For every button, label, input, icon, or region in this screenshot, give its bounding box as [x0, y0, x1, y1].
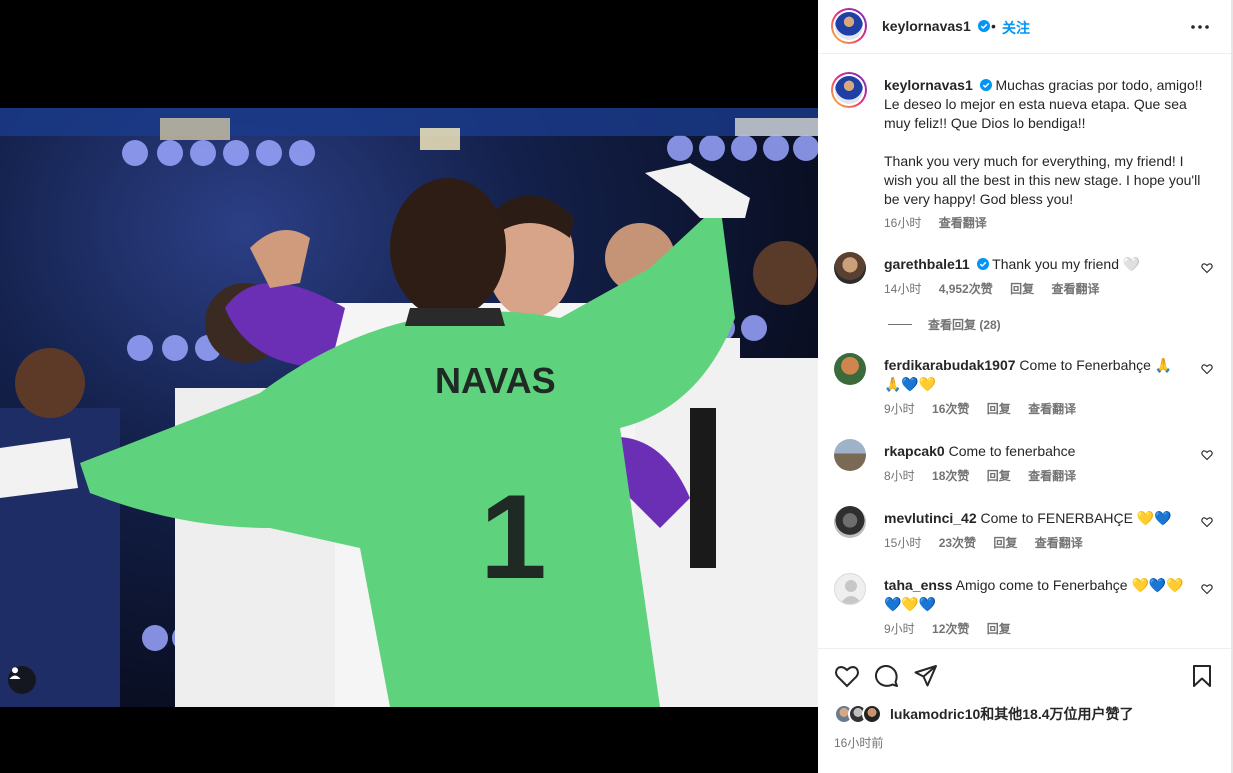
heart-icon[interactable]	[1201, 516, 1213, 528]
comment-avatar[interactable]	[834, 506, 866, 538]
comment-username[interactable]: rkapcak0	[884, 443, 945, 459]
comment-likes[interactable]: 12次赞	[932, 622, 969, 636]
caption-username[interactable]: keylornavas1	[884, 77, 973, 93]
comment-reply-link[interactable]: 回复	[987, 469, 1011, 483]
comment-text: ferdikarabudak1907 Come to Fenerbahçe 🙏🙏…	[884, 356, 1184, 394]
comment-reply-link[interactable]: 回复	[987, 622, 1011, 636]
comment-likes[interactable]: 23次赞	[939, 536, 976, 550]
author-avatar[interactable]	[831, 8, 867, 44]
comment-icon[interactable]	[873, 663, 899, 689]
comment-time: 8小时	[884, 469, 915, 483]
heart-icon[interactable]	[834, 663, 860, 689]
comment-translate-link[interactable]: 查看翻译	[1028, 402, 1076, 416]
caption-text: keylornavas1 Muchas gracias por todo, am…	[884, 76, 1204, 209]
likes-summary[interactable]: lukamodric10和其他18.4万位用户赞了	[834, 704, 1134, 724]
author-username-text[interactable]: keylornavas1	[882, 18, 971, 34]
comment-username[interactable]: ferdikarabudak1907	[884, 357, 1016, 373]
default-avatar-icon	[840, 580, 862, 604]
author-username[interactable]: keylornavas1	[882, 18, 990, 34]
comment-meta: 9小时 12次赞 回复	[884, 620, 1025, 637]
verified-icon	[977, 20, 990, 32]
liker-avatar	[862, 704, 882, 724]
comment-username[interactable]: garethbale11	[884, 256, 970, 272]
heart-icon[interactable]	[1201, 262, 1213, 274]
more-options-icon[interactable]	[1189, 16, 1211, 38]
heart-icon[interactable]	[1201, 583, 1213, 595]
comment-text: taha_enss Amigo come to Fenerbahçe 💛💙💛💙💛…	[884, 576, 1184, 614]
comment-time: 9小时	[884, 402, 915, 416]
comment-time: 14小时	[884, 282, 922, 296]
comment-meta: 8小时 18次赞 回复 查看翻译	[884, 467, 1090, 484]
caption-avatar[interactable]	[831, 72, 867, 108]
caption-time: 16小时	[884, 216, 922, 230]
likes-rest[interactable]: 和其他18.4万位用户赞了	[980, 706, 1133, 722]
post-header: keylornavas1 • 关注	[818, 0, 1231, 54]
comment-meta: 14小时 4,952次赞 回复 查看翻译	[884, 280, 1113, 297]
comment-reply-link[interactable]: 回复	[993, 536, 1017, 550]
comment-translate-link[interactable]: 查看翻译	[1028, 469, 1076, 483]
verified-icon	[976, 258, 989, 270]
photo-illustration: NAVAS 1	[0, 108, 818, 707]
heart-icon[interactable]	[1201, 363, 1213, 375]
view-replies-button[interactable]: 查看回复 (28)	[888, 316, 1001, 333]
comment-time: 15小时	[884, 536, 922, 550]
comment-reply-link[interactable]: 回复	[1010, 282, 1034, 296]
share-icon[interactable]	[913, 663, 939, 689]
comment-translate-link[interactable]: 查看翻译	[1051, 282, 1099, 296]
caption-translate-link[interactable]: 查看翻译	[939, 216, 987, 230]
comment-reply-link[interactable]: 回复	[987, 402, 1011, 416]
verified-icon	[979, 79, 992, 91]
comment-time: 9小时	[884, 622, 915, 636]
heart-icon[interactable]	[1201, 449, 1213, 461]
likes-user[interactable]: lukamodric10	[890, 706, 980, 722]
comment-text: garethbale11 Thank you my friend 🤍	[884, 255, 1184, 274]
comment-translate-link[interactable]: 查看翻译	[1035, 536, 1083, 550]
comment-avatar[interactable]	[834, 573, 866, 605]
comment-body: Thank you my friend 🤍	[992, 256, 1141, 272]
comment-username[interactable]: taha_enss	[884, 577, 952, 593]
post-side-panel: keylornavas1 • 关注 keylornavas1 Muchas gr…	[818, 0, 1231, 773]
comment-avatar[interactable]	[834, 252, 866, 284]
post-timestamp: 16小时前	[834, 736, 884, 750]
user-tag-button[interactable]	[8, 666, 36, 694]
comment-avatar[interactable]	[834, 439, 866, 471]
user-tag-icon	[9, 667, 21, 679]
jersey-number: 1	[480, 470, 547, 604]
view-replies-divider	[888, 324, 912, 325]
comment-username[interactable]: mevlutinci_42	[884, 510, 977, 526]
likes-text: lukamodric10和其他18.4万位用户赞了	[890, 704, 1134, 724]
comment-likes[interactable]: 16次赞	[932, 402, 969, 416]
comment-likes[interactable]: 18次赞	[932, 469, 969, 483]
comment-meta: 9小时 16次赞 回复 查看翻译	[884, 400, 1090, 417]
caption-meta: 16小时 查看翻译	[884, 214, 1001, 231]
comment-text: rkapcak0 Come to fenerbahce	[884, 442, 1184, 461]
comment-body: Come to fenerbahce	[948, 443, 1076, 459]
bookmark-icon[interactable]	[1189, 663, 1215, 689]
comment-avatar[interactable]	[834, 353, 866, 385]
follow-button[interactable]: 关注	[1002, 18, 1030, 38]
view-replies-label[interactable]: 查看回复 (28)	[928, 316, 1001, 333]
comment-body: Come to FENERBAHÇE 💛💙	[980, 510, 1172, 526]
caption-text-en: Thank you very much for everything, my f…	[884, 153, 1201, 207]
post-photo[interactable]: NAVAS 1	[0, 108, 818, 707]
header-separator: •	[991, 18, 996, 34]
comment-text: mevlutinci_42 Come to FENERBAHÇE 💛💙	[884, 509, 1184, 528]
comment-meta: 15小时 23次赞 回复 查看翻译	[884, 534, 1097, 551]
comment-likes[interactable]: 4,952次赞	[939, 282, 993, 296]
jersey-name: NAVAS	[435, 360, 556, 401]
post-media: NAVAS 1	[0, 0, 818, 773]
